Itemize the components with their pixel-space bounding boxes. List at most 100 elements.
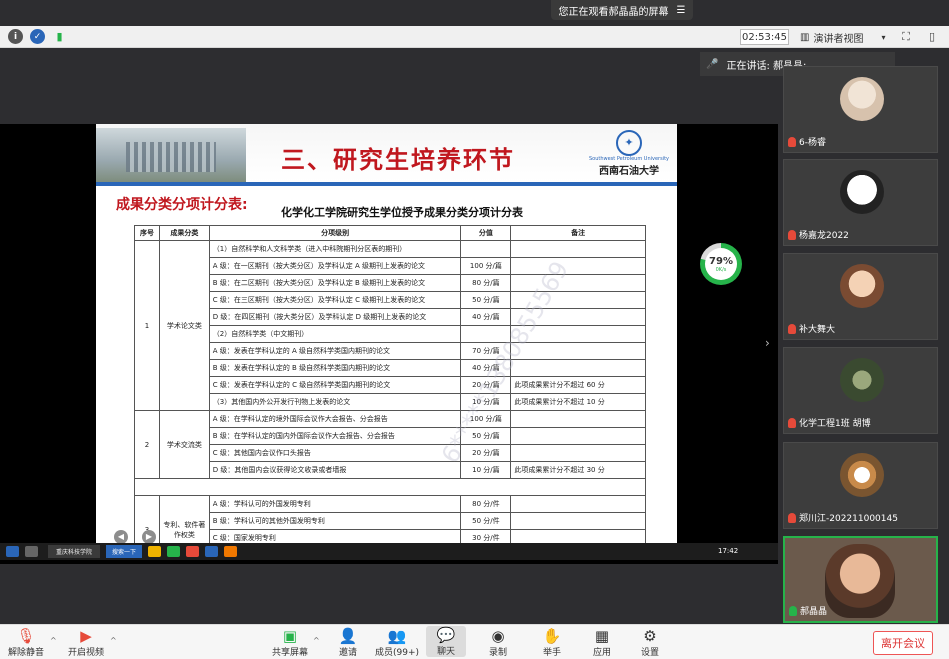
- record-label: 录制: [488, 648, 507, 658]
- share-banner-text: 您正在观看郝晶晶的屏幕: [558, 6, 669, 18]
- share-screen-label: 共享屏幕: [271, 648, 308, 658]
- app-icon: [224, 546, 238, 557]
- start-video-button[interactable]: ▶ 开启视频: [66, 627, 106, 658]
- table-row: C 级：其他国内会议作口头报告 20 分/篇: [135, 444, 646, 462]
- table-header-row: 序号 成果分类 分项级别 分值 备注: [134, 225, 646, 241]
- row-number-cell: 1: [134, 240, 160, 411]
- note-cell: 此项成果累计分不超过 60 分: [510, 376, 646, 394]
- mic-muted-icon: [788, 323, 796, 334]
- meeting-timer: 02:53:45: [740, 29, 789, 45]
- table-row: B 级：在二区期刊（按大类分区）及学科认定 B 级期刊上发表的论文 80 分/篇: [135, 274, 646, 292]
- record-icon: ◉: [491, 627, 505, 645]
- leave-meeting-button[interactable]: 离开会议: [873, 631, 933, 655]
- table-row: B 级：学科认可的其他外国发明专利 50 分/件: [135, 512, 646, 530]
- item-cell: C 级：在三区期刊（按大类分区）及学科认定 C 级期刊上发表的论文: [208, 291, 462, 309]
- item-cell: （3）其他国内外公开发行刊物上发表的论文: [208, 393, 462, 411]
- unmute-button[interactable]: 🎙 解除静音: [6, 627, 46, 658]
- category-cell: 学术论文类: [158, 240, 210, 411]
- score-cell: 100 分/篇: [460, 410, 512, 428]
- item-cell: （2）自然科学类（中文期刊）: [208, 325, 462, 343]
- signal-icon[interactable]: ▮: [52, 29, 67, 44]
- view-mode-selector[interactable]: ▥ 演讲者视图 ▾: [800, 29, 885, 45]
- table-spacer-row: [134, 478, 646, 496]
- table-row: A 级：发表在学科认定的 A 级自然科学类国内期刊的论文 70 分/篇: [135, 342, 646, 360]
- mic-muted-icon: [788, 229, 796, 240]
- mic-muted-icon: [788, 512, 796, 523]
- participant-tile[interactable]: 郝晶晶: [783, 536, 938, 623]
- presenter-task-search: 搜索一下: [106, 545, 143, 558]
- item-cell: B 级：在学科认定的国内外国际会议作大会报告、分会报告: [208, 427, 462, 445]
- app-icon: [205, 546, 219, 557]
- chat-button[interactable]: 💬 聊天: [426, 626, 466, 657]
- info-icon[interactable]: i: [8, 29, 23, 44]
- table-row: （2）自然科学类（中文期刊）: [135, 325, 646, 343]
- chevron-up-icon[interactable]: ^: [110, 636, 117, 645]
- participant-panel: 6-杨睿杨嘉龙2022 补大舞大化学工程1班 胡博郑川江-202211000145…: [780, 64, 949, 624]
- shield-icon[interactable]: ✓: [30, 29, 45, 44]
- score-cell: 50 分/件: [460, 512, 512, 530]
- apps-label: 应用: [592, 648, 611, 658]
- category-cell: 学术交流类: [158, 410, 210, 479]
- score-cell: 20 分/篇: [460, 444, 512, 462]
- bottom-toolbar: 🎙 解除静音 ^ ▶ 开启视频 ^ ▣ 共享屏幕 ^ 👤 邀请 👥 成员(99+…: [0, 624, 949, 659]
- mic-muted-icon: [788, 136, 796, 147]
- participant-name-tag: 杨嘉龙2022: [788, 228, 849, 241]
- share-screen-button[interactable]: ▣ 共享屏幕: [270, 627, 310, 658]
- table-row: 3专利、软件著作权类A 级：学科认可的外国发明专利80 分/件: [134, 495, 646, 544]
- item-cell: A 级：在学科认定的境外国际会议作大会报告、分会报告: [208, 410, 462, 428]
- note-cell: [510, 427, 646, 445]
- slide-title: 三、研究生培养环节: [281, 146, 515, 174]
- item-cell: A 级：发表在学科认定的 A 级自然科学类国内期刊的论文: [208, 342, 462, 360]
- view-grid-icon: ▥: [800, 31, 810, 43]
- participant-tile[interactable]: 6-杨睿: [783, 66, 938, 153]
- sidebar-toggle-icon[interactable]: ▯: [924, 29, 940, 45]
- item-cell: C 级：国家发明专利: [208, 529, 462, 544]
- participant-name-tag: 郑川江-202211000145: [788, 511, 898, 524]
- participant-tile[interactable]: 郑川江-202211000145: [783, 442, 938, 529]
- participant-tile[interactable]: 补大舞大: [783, 253, 938, 340]
- apps-button[interactable]: ▦ 应用: [582, 627, 622, 658]
- settings-button[interactable]: ⚙ 设置: [630, 627, 670, 658]
- score-cell: 80 分/篇: [460, 274, 512, 292]
- campus-building-image: [96, 128, 246, 182]
- collapse-panel-icon[interactable]: ›: [765, 336, 770, 350]
- search-icon: [25, 546, 38, 557]
- presenter-clock: 17:42: [718, 547, 739, 555]
- chevron-up-icon[interactable]: ^: [313, 636, 320, 645]
- item-cell: B 级：在二区期刊（按大类分区）及学科认定 B 级期刊上发表的论文: [208, 274, 462, 292]
- participant-tile[interactable]: 化学工程1班 胡博: [783, 347, 938, 434]
- note-cell: [510, 359, 646, 377]
- participant-name-tag: 6-杨睿: [788, 135, 826, 148]
- score-cell: 10 分/篇: [460, 461, 512, 479]
- column-header: 成果分类: [158, 225, 210, 241]
- table-row: （3）其他国内外公开发行刊物上发表的论文 10 分/篇 此项成果累计分不超过 10 …: [135, 393, 646, 411]
- chevron-up-icon[interactable]: ^: [50, 636, 57, 645]
- note-cell: [510, 291, 646, 309]
- slide-prev-icon[interactable]: ◀: [114, 530, 128, 544]
- hand-icon: ✋: [542, 627, 562, 645]
- slide-subheading: 成果分类分项计分表:: [116, 197, 248, 213]
- row-number-cell: 2: [134, 410, 160, 479]
- participant-tile[interactable]: 杨嘉龙2022: [783, 159, 938, 246]
- participant-name-tag: 郝晶晶: [789, 604, 827, 617]
- item-cell: D 级：在四区期刊（按大类分区）及学科认定 D 级期刊上发表的论文: [208, 308, 462, 326]
- settings-label: 设置: [640, 648, 659, 658]
- chat-label: 聊天: [436, 647, 455, 657]
- camera-off-icon: ▶: [80, 627, 92, 645]
- slide-next-icon[interactable]: ▶: [142, 530, 156, 544]
- fullscreen-icon[interactable]: ⛶: [898, 29, 914, 45]
- mic-muted-icon: 🎙: [16, 627, 36, 645]
- record-button[interactable]: ◉ 录制: [478, 627, 518, 658]
- note-cell: [510, 512, 646, 530]
- note-cell: [510, 240, 646, 258]
- invite-button[interactable]: 👤 邀请: [328, 627, 368, 658]
- score-cell: 70 分/篇: [460, 342, 512, 360]
- menu-icon[interactable]: ☰: [677, 5, 686, 16]
- participant-name: 补大舞大: [799, 325, 836, 335]
- table-row: A 级：在一区期刊（按大类分区）及学科认定 A 级期刊上发表的论文 100 分/篇: [135, 257, 646, 275]
- raise-hand-button[interactable]: ✋ 举手: [532, 627, 572, 658]
- item-cell: C 级：其他国内会议作口头报告: [208, 444, 462, 462]
- network-gauge: 79% 0K/s: [700, 243, 742, 285]
- members-button[interactable]: 👥 成员(99+): [374, 627, 420, 658]
- note-cell: [510, 274, 646, 292]
